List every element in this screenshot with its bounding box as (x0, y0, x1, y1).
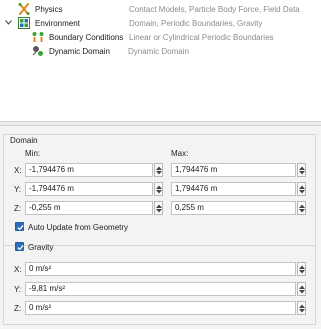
spin-up-icon[interactable] (299, 204, 305, 208)
domain-z-axis-label: Z: (14, 204, 22, 213)
tree-item-environment[interactable]: Environment Domain, Periodic Boundaries,… (0, 16, 318, 30)
spin-up-icon[interactable] (299, 166, 305, 170)
checkmark-icon (17, 244, 24, 251)
tree-item-label: Physics (35, 4, 63, 14)
domain-group-title: Domain (10, 136, 38, 145)
chevron-down-icon[interactable] (5, 16, 13, 30)
gravity-x-input[interactable]: 0 m/s² (25, 262, 296, 276)
physics-icon (18, 3, 30, 15)
spin-down-icon[interactable] (299, 290, 305, 294)
tree-item-label: Dynamic Domain (49, 46, 110, 56)
spin-up-icon[interactable] (299, 185, 305, 189)
domain-x-min-input[interactable]: -1,794476 m (25, 163, 153, 177)
domain-x-max-spinner[interactable] (297, 163, 306, 177)
spin-up-icon[interactable] (156, 185, 162, 189)
environment-icon (18, 17, 30, 29)
domain-z-max-input[interactable]: 0,255 m (171, 201, 296, 215)
spin-down-icon[interactable] (156, 209, 162, 213)
tree-item-dynamic-domain[interactable]: Dynamic Domain Dynamic Domain (32, 44, 318, 58)
auto-update-label: Auto Update from Geometry (28, 223, 129, 232)
domain-y-min-input[interactable]: -1,794476 m (25, 182, 153, 196)
spin-down-icon[interactable] (299, 171, 305, 175)
spin-down-icon[interactable] (299, 209, 305, 213)
gravity-y-axis-label: Y: (14, 285, 22, 294)
max-label: Max: (171, 149, 189, 158)
dynamic-domain-icon (32, 46, 43, 56)
gravity-z-input[interactable]: 0 m/s² (25, 301, 296, 315)
domain-y-max-input[interactable]: 1,794476 m (171, 182, 296, 196)
domain-x-axis-label: X: (14, 166, 22, 175)
spin-down-icon[interactable] (156, 171, 162, 175)
domain-z-max-spinner[interactable] (297, 201, 306, 215)
min-label: Min: (25, 149, 41, 158)
domain-z-min-input[interactable]: -0,255 m (25, 201, 153, 215)
gravity-x-spinner[interactable] (297, 262, 306, 276)
gravity-y-input[interactable]: -9,81 m/s² (25, 282, 296, 296)
domain-x-min-spinner[interactable] (154, 163, 163, 177)
spin-up-icon[interactable] (299, 285, 305, 289)
domain-y-max-spinner[interactable] (297, 182, 306, 196)
properties-panel: Domain Min: Max: X: -1,794476 m 1,794476… (0, 126, 321, 329)
spin-up-icon[interactable] (156, 204, 162, 208)
tree-item-description: Contact Models, Particle Body Force, Fie… (129, 4, 300, 14)
tree-item-description: Linear or Cylindrical Periodic Boundarie… (129, 32, 274, 42)
spin-down-icon[interactable] (299, 190, 305, 194)
domain-x-max-input[interactable]: 1,794476 m (171, 163, 296, 177)
gravity-y-spinner[interactable] (297, 282, 306, 296)
spin-down-icon[interactable] (156, 190, 162, 194)
gravity-group-title: Gravity (28, 243, 54, 252)
tree-item-label: Boundary Conditions (49, 32, 124, 42)
spin-up-icon[interactable] (299, 265, 305, 269)
gravity-z-spinner[interactable] (297, 301, 306, 315)
gravity-z-axis-label: Z: (14, 304, 22, 313)
domain-y-axis-label: Y: (14, 185, 22, 194)
gravity-checkbox[interactable] (15, 242, 24, 251)
spin-up-icon[interactable] (156, 166, 162, 170)
spin-down-icon[interactable] (299, 309, 305, 313)
tree-item-description: Dynamic Domain (128, 46, 189, 56)
simulator-tree: Physics Contact Models, Particle Body Fo… (0, 0, 321, 121)
domain-z-min-spinner[interactable] (154, 201, 163, 215)
domain-y-min-spinner[interactable] (154, 182, 163, 196)
spin-up-icon[interactable] (299, 304, 305, 308)
auto-update-checkbox[interactable] (15, 222, 24, 231)
tree-item-description: Domain, Periodic Boundaries, Gravity (129, 18, 263, 28)
tree-item-label: Environment (35, 18, 80, 28)
gravity-x-axis-label: X: (14, 265, 22, 274)
tree-item-boundary-conditions[interactable]: Boundary Conditions Linear or Cylindrica… (32, 30, 318, 44)
boundary-conditions-icon (32, 32, 44, 42)
tree-item-physics[interactable]: Physics Contact Models, Particle Body Fo… (18, 2, 318, 16)
checkmark-icon (17, 224, 24, 231)
spin-down-icon[interactable] (299, 270, 305, 274)
